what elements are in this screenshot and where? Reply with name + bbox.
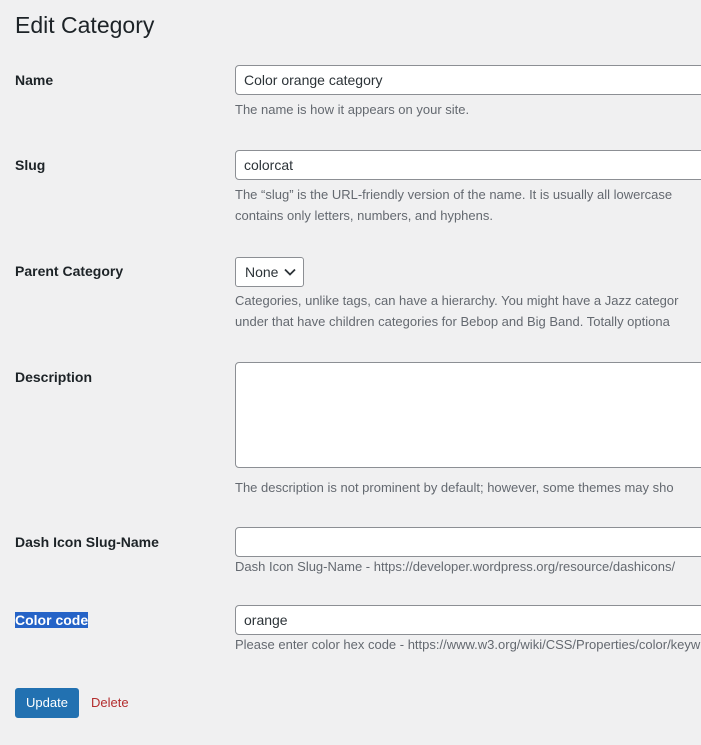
color-code-label: Color code xyxy=(15,610,89,630)
parent-category-help-text-line1: Categories, unlike tags, can have a hier… xyxy=(235,293,679,308)
dash-icon-help-text: Dash Icon Slug-Name - https://developer.… xyxy=(235,559,676,574)
dash-icon-label: Dash Icon Slug-Name xyxy=(15,534,159,550)
chevron-down-icon xyxy=(284,268,297,276)
parent-category-help-text-line2: under that have children categories for … xyxy=(235,314,670,329)
color-code-label-text: Color code xyxy=(15,612,89,628)
page-title: Edit Category xyxy=(15,12,155,38)
edit-category-page: Edit Category Name The name is how it ap… xyxy=(0,0,701,745)
description-label: Description xyxy=(15,369,93,385)
parent-category-select[interactable]: None xyxy=(235,257,304,287)
name-label: Name xyxy=(15,72,54,88)
parent-category-label: Parent Category xyxy=(15,263,124,279)
slug-help-text-line1: The “slug” is the URL-friendly version o… xyxy=(235,187,673,202)
slug-label: Slug xyxy=(15,157,46,173)
slug-input[interactable] xyxy=(235,150,701,180)
update-button[interactable]: Update xyxy=(15,688,79,718)
slug-help-text-line2: contains only letters, numbers, and hyph… xyxy=(235,208,493,223)
description-textarea[interactable] xyxy=(235,362,701,468)
parent-category-selected-value: None xyxy=(245,264,279,280)
name-help-text: The name is how it appears on your site. xyxy=(235,102,470,117)
name-input[interactable] xyxy=(235,65,701,95)
color-code-help-text: Please enter color hex code - https://ww… xyxy=(235,637,701,652)
dash-icon-input[interactable] xyxy=(235,527,701,557)
delete-link[interactable]: Delete xyxy=(91,694,129,712)
color-code-input[interactable] xyxy=(235,605,701,635)
description-help-text: The description is not prominent by defa… xyxy=(235,480,674,495)
